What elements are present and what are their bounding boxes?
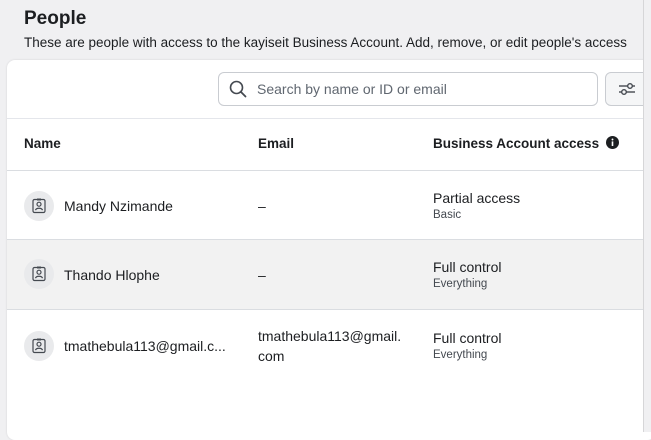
info-icon[interactable]	[606, 136, 619, 149]
access-detail: Basic	[433, 209, 462, 221]
column-header-access[interactable]: Business Account access	[433, 136, 599, 151]
person-name[interactable]: tmathebula113@gmail.c...	[64, 338, 226, 354]
avatar	[24, 191, 54, 221]
access-level: Partial access	[433, 190, 521, 206]
person-badge-icon	[32, 338, 46, 354]
search-box[interactable]	[218, 72, 598, 106]
column-header-name[interactable]: Name	[24, 136, 61, 151]
search-input[interactable]	[255, 80, 579, 98]
person-email: tmathebula113@gmail.com	[258, 328, 402, 364]
table-row[interactable]: tmathebula113@gmail.c... tmathebula113@g…	[7, 310, 651, 382]
person-email: –	[258, 198, 266, 214]
search-icon	[229, 80, 247, 98]
person-badge-icon	[32, 198, 46, 214]
access-level: Full control	[433, 259, 502, 275]
table-header: Name Email Business Account access	[7, 118, 651, 171]
filter-sliders-icon	[619, 83, 635, 95]
person-email: –	[258, 267, 266, 283]
access-detail: Everything	[433, 278, 488, 290]
avatar	[24, 259, 54, 289]
page-title: People	[24, 8, 87, 29]
access-detail: Everything	[433, 349, 488, 361]
column-header-email[interactable]: Email	[258, 136, 294, 151]
table-row[interactable]: Mandy Nzimande – Partial access Basic	[7, 171, 651, 240]
page-description: These are people with access to the kayi…	[24, 35, 627, 50]
avatar	[24, 331, 54, 361]
person-badge-icon	[32, 266, 46, 282]
person-name[interactable]: Thando Hlophe	[64, 267, 160, 283]
access-level: Full control	[433, 330, 502, 346]
scrollbar-gutter	[643, 0, 651, 432]
table-row[interactable]: Thando Hlophe – Full control Everything	[7, 240, 651, 310]
person-name[interactable]: Mandy Nzimande	[64, 198, 173, 214]
